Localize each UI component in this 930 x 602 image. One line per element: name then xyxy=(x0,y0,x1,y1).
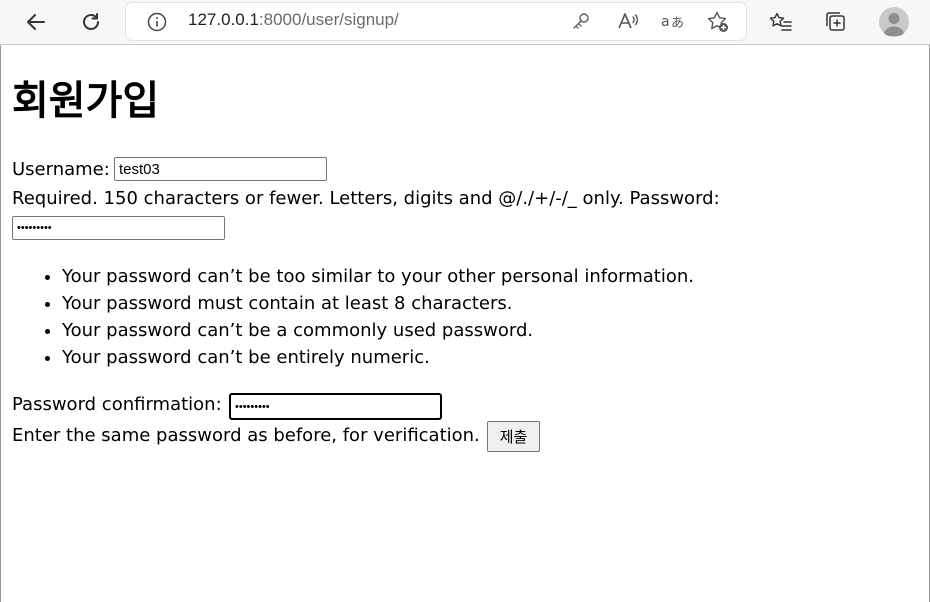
refresh-button[interactable] xyxy=(75,6,107,38)
username-help: Required. 150 characters or fewer. Lette… xyxy=(12,188,624,209)
password-input[interactable] xyxy=(12,216,225,240)
submit-button[interactable]: 제출 xyxy=(487,421,540,452)
address-bar[interactable]: 127.0.0.1:8000/user/signup/ a あ xyxy=(126,3,746,40)
back-arrow-icon xyxy=(27,14,45,30)
password-label: Password: xyxy=(629,188,720,209)
list-item: Your password can’t be entirely numeric. xyxy=(62,344,694,371)
back-button[interactable] xyxy=(20,6,52,38)
password-confirmation-input[interactable] xyxy=(229,393,442,420)
svg-text:a: a xyxy=(661,14,670,30)
favorites-list-icon xyxy=(769,12,792,31)
url-text[interactable]: 127.0.0.1:8000/user/signup/ xyxy=(188,10,399,30)
read-aloud-icon[interactable] xyxy=(616,10,640,32)
password-confirmation-help: Enter the same password as before, for v… xyxy=(12,425,480,446)
password-confirmation-label: Password confirmation: xyxy=(12,394,222,415)
browser-toolbar: 127.0.0.1:8000/user/signup/ a あ xyxy=(0,0,930,45)
collections-icon xyxy=(826,12,845,31)
username-label: Username: xyxy=(12,159,110,180)
list-item: Your password can’t be too similar to yo… xyxy=(62,263,694,290)
svg-text:あ: あ xyxy=(671,16,684,31)
key-icon[interactable] xyxy=(570,10,592,32)
favorite-add-icon[interactable] xyxy=(706,10,730,34)
list-item: Your password can’t be a commonly used p… xyxy=(62,317,694,344)
list-item: Your password must contain at least 8 ch… xyxy=(62,290,694,317)
profile-avatar-icon[interactable] xyxy=(879,7,909,37)
page-title: 회원가입 xyxy=(12,78,160,124)
username-input[interactable] xyxy=(114,157,327,181)
collections-button[interactable] xyxy=(820,6,852,38)
password-help-list: Your password can’t be too similar to yo… xyxy=(1,263,694,371)
favorites-button[interactable] xyxy=(765,6,797,38)
page-viewport: 회원가입 Username: Required. 150 characters … xyxy=(0,45,930,602)
info-icon[interactable] xyxy=(146,11,168,33)
refresh-icon xyxy=(83,13,99,30)
translate-icon[interactable]: a あ xyxy=(660,10,686,32)
username-help-text: Required. 150 characters or fewer. Lette… xyxy=(12,186,720,212)
